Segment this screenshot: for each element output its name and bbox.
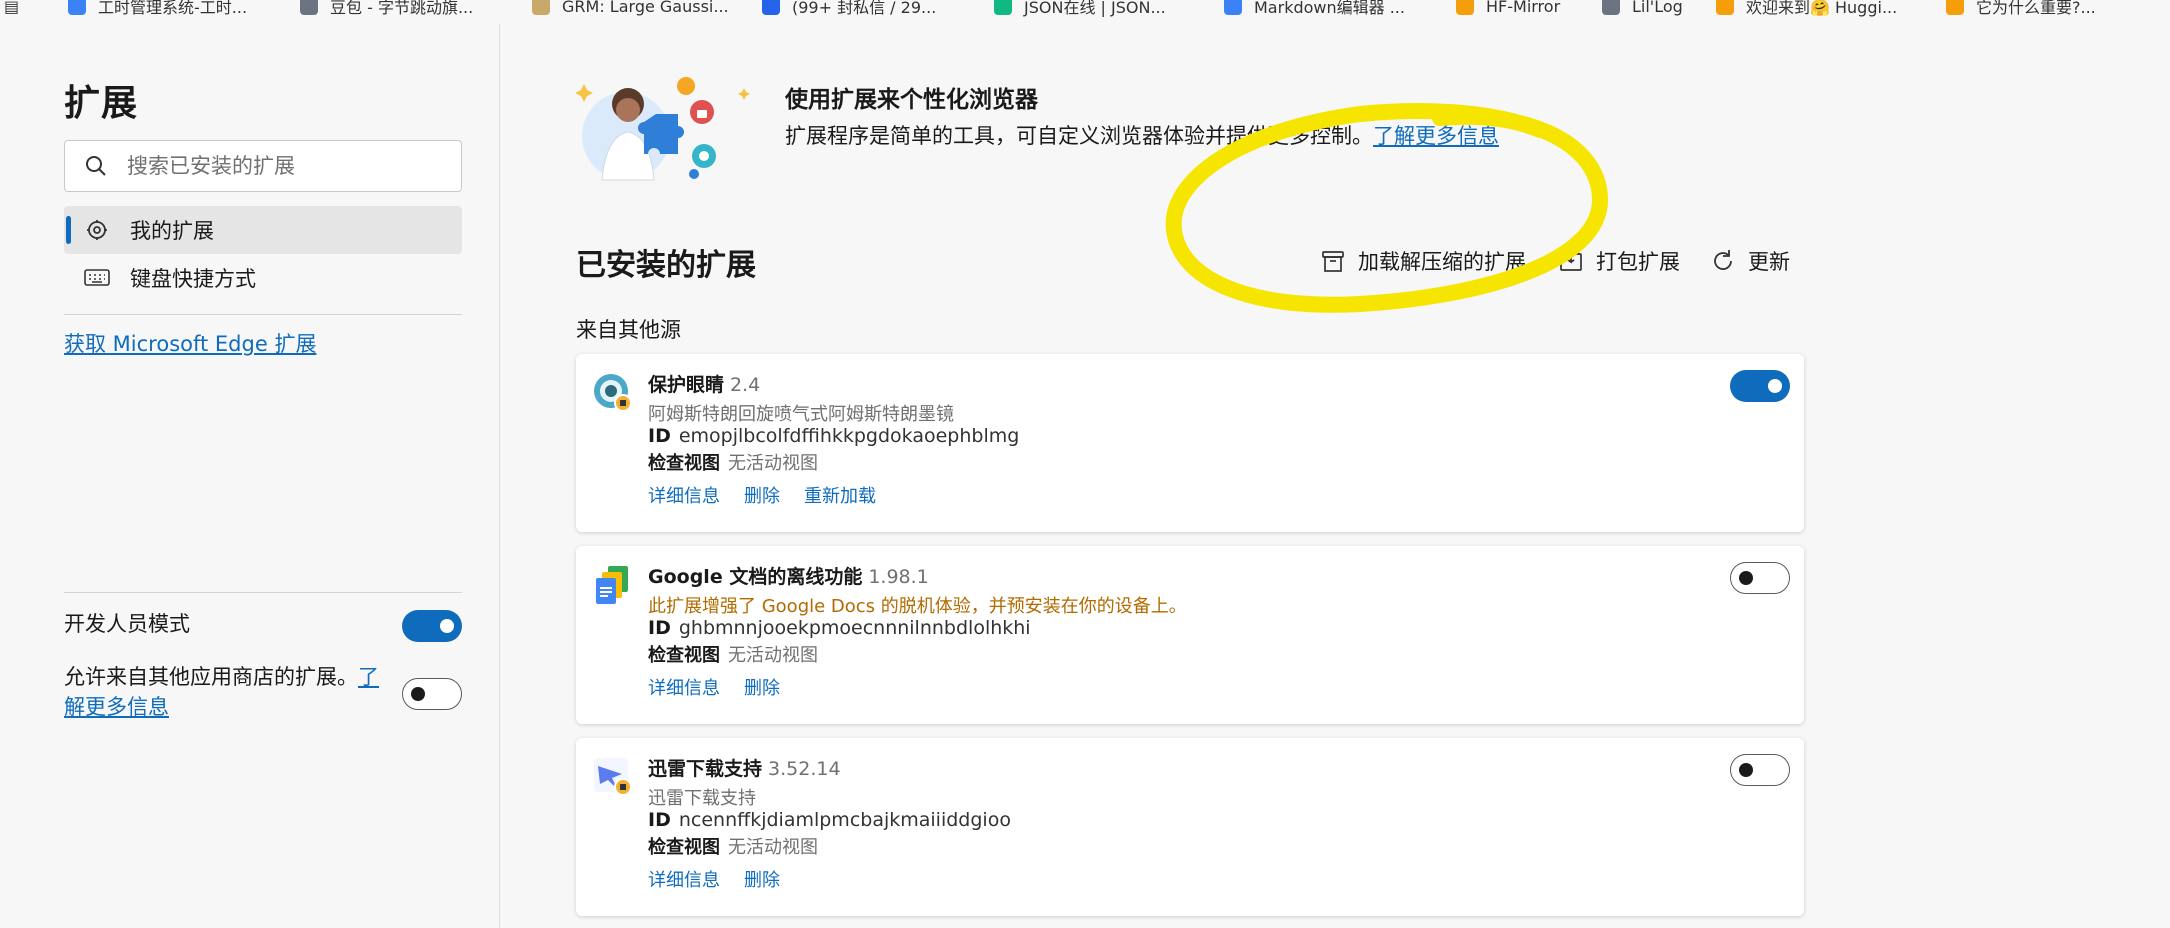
extension-version: 1.98.1 (868, 566, 929, 588)
hero-title: 使用扩展来个性化浏览器 (785, 87, 1038, 113)
extensions-illustration (576, 77, 750, 181)
extension-description: 此扩展增强了 Google Docs 的脱机体验，并预安装在你的设备上。 (648, 596, 1187, 617)
sidebar-item-label: 键盘快捷方式 (130, 267, 256, 291)
bookmark-favicon-icon (68, 0, 86, 15)
installed-extensions-title: 已安装的扩展 (576, 248, 756, 283)
bookmark-favicon-icon (1224, 0, 1242, 15)
divider (64, 314, 462, 315)
extension-card: 保护眼睛 2.4 阿姆斯特朗回旋喷气式阿姆斯特朗墨镜 ID emopjlbcolfd… (576, 354, 1804, 532)
bookmark-item[interactable]: JSON在线 | JSON... (994, 0, 1166, 17)
eye-icon (594, 374, 632, 412)
extension-version: 2.4 (730, 374, 761, 396)
extension-name: 保护眼睛 2.4 (648, 374, 761, 396)
bookmark-favicon-icon (1456, 0, 1474, 15)
update-button[interactable]: 更新 (1710, 244, 1790, 278)
bookmark-item[interactable]: 它为什么重要?... (1946, 0, 2096, 17)
extension-id: ID emopjlbcolfdffihkkpgdokaoephblmg (648, 425, 1020, 447)
search-icon (86, 156, 106, 176)
bookmarks-overflow-icon[interactable]: ▤ (4, 0, 19, 17)
extension-id: ID ghbmnnjooekpmoecnnnilnnbdlolhkhi (648, 617, 1031, 639)
archive-icon (1320, 248, 1346, 274)
extension-card: Google 文档的离线功能 1.98.1 此扩展增强了 Google Docs … (576, 546, 1804, 724)
bookmark-favicon-icon (1716, 0, 1734, 15)
bookmark-item[interactable]: 豆包 - 字节跳动旗... (300, 0, 473, 17)
bookmark-favicon-icon (1946, 0, 1964, 15)
sidebar: 扩展 我的扩展 键盘快捷方式 获取 Microsoft Edge 扩展 开发人员… (0, 24, 500, 928)
sidebar-item-my-extensions[interactable]: 我的扩展 (64, 206, 462, 254)
learn-more-link[interactable]: 了解更多信息 (1373, 124, 1499, 148)
hero-description: 扩展程序是简单的工具，可自定义浏览器体验并提供更多控制。了解更多信息 (785, 124, 1499, 148)
developer-mode-toggle[interactable] (402, 610, 462, 642)
extension-id: ID ncennffkjdiamlpmcbajkmaiiiddgioo (648, 809, 1011, 831)
extension-card: 迅雷下载支持 3.52.14 迅雷下载支持 ID ncennffkjdiamlpmc… (576, 738, 1804, 916)
bookmark-favicon-icon (300, 0, 318, 15)
extension-enable-toggle[interactable] (1730, 370, 1790, 402)
sidebar-item-keyboard-shortcuts[interactable]: 键盘快捷方式 (64, 254, 462, 302)
remove-link[interactable]: 删除 (744, 866, 780, 892)
allow-other-stores-toggle[interactable] (402, 678, 462, 710)
sidebar-item-label: 我的扩展 (130, 219, 214, 243)
extension-enable-toggle[interactable] (1730, 562, 1790, 594)
bookmark-item[interactable]: GRM: Large Gaussi... (532, 0, 729, 17)
extension-actions: 详细信息 删除 (648, 674, 780, 700)
details-link[interactable]: 详细信息 (648, 482, 720, 508)
get-edge-extensions-link[interactable]: 获取 Microsoft Edge 扩展 (64, 328, 316, 358)
keyboard-icon (84, 265, 110, 291)
page-title: 扩展 (64, 83, 139, 124)
bookmark-item[interactable]: 欢迎来到🤗 Huggi... (1716, 0, 1897, 17)
source-group-label: 来自其他源 (576, 318, 681, 342)
extension-enable-toggle[interactable] (1730, 754, 1790, 786)
bookmark-item[interactable]: HF-Mirror (1456, 0, 1560, 17)
extension-description: 迅雷下载支持 (648, 788, 756, 809)
details-link[interactable]: 详细信息 (648, 674, 720, 700)
details-link[interactable]: 详细信息 (648, 866, 720, 892)
allow-other-stores-label: 允许来自其他应用商店的扩展。了解更多信息 (64, 665, 379, 719)
inspect-views: 检查视图 无活动视图 (648, 453, 818, 474)
extension-name: Google 文档的离线功能 1.98.1 (648, 566, 929, 588)
extension-actions: 详细信息 删除 重新加载 (648, 482, 876, 508)
puzzle-gear-icon (84, 217, 110, 243)
bookmark-favicon-icon (532, 0, 550, 15)
remove-link[interactable]: 删除 (744, 482, 780, 508)
extension-description: 阿姆斯特朗回旋喷气式阿姆斯特朗墨镜 (648, 404, 954, 425)
bookmark-favicon-icon (762, 0, 780, 15)
inspect-views: 检查视图 无活动视图 (648, 837, 818, 858)
search-input[interactable] (127, 154, 447, 178)
bookmark-item[interactable]: (99+ 封私信 / 29... (762, 0, 936, 17)
bookmark-favicon-icon (1602, 0, 1620, 15)
refresh-icon (1710, 248, 1736, 274)
bookmark-item[interactable]: Markdown编辑器 ... (1224, 0, 1405, 17)
inspect-views: 检查视图 无活动视图 (648, 645, 818, 666)
load-unpacked-button[interactable]: 加载解压缩的扩展 (1320, 244, 1526, 278)
extension-name: 迅雷下载支持 3.52.14 (648, 758, 841, 780)
reload-link[interactable]: 重新加载 (804, 482, 876, 508)
divider (64, 592, 462, 593)
pack-extension-button[interactable]: 打包扩展 (1558, 244, 1680, 278)
remove-link[interactable]: 删除 (744, 674, 780, 700)
bookmark-item[interactable]: Lil'Log (1602, 0, 1683, 17)
package-icon (1558, 248, 1584, 274)
developer-mode-label: 开发人员模式 (64, 612, 190, 636)
search-box[interactable] (64, 140, 462, 192)
extension-actions: 详细信息 删除 (648, 866, 780, 892)
bookmarks-bar: ▤ 工时管理系统-工时... 豆包 - 字节跳动旗... GRM: Large … (0, 0, 2170, 20)
google-docs-icon (596, 566, 628, 604)
thunder-bird-icon (594, 758, 632, 796)
bookmark-item[interactable]: 工时管理系统-工时... (68, 0, 247, 17)
bookmark-favicon-icon (994, 0, 1012, 15)
extension-version: 3.52.14 (768, 758, 841, 780)
